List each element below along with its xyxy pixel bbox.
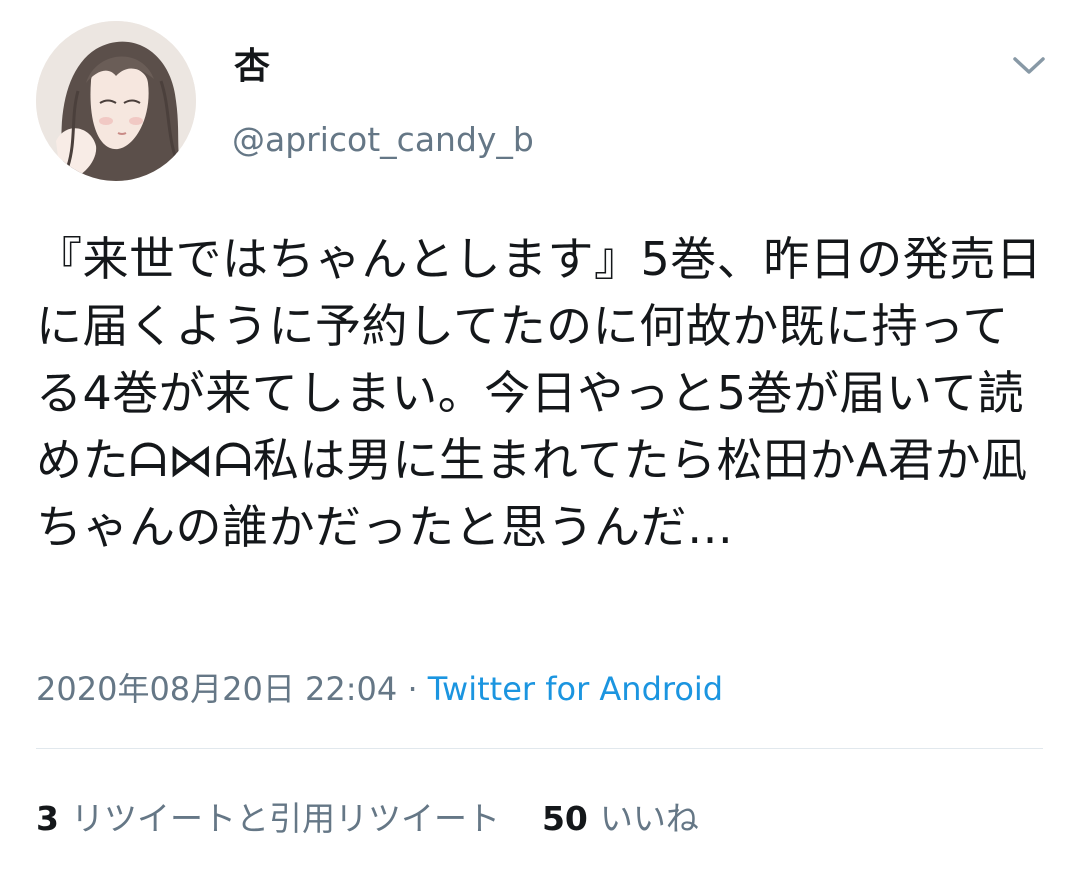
tweet-text: 『来世ではちゃんとします』5巻、昨日の発売日に届くように予約してたのに何故か既に… [36, 232, 1043, 554]
display-name[interactable]: 杏 [234, 42, 270, 92]
avatar[interactable] [36, 21, 196, 181]
likes-label: いいね [599, 799, 699, 838]
tweet-timestamp[interactable]: 2020年08月20日 22:04 [36, 670, 397, 708]
retweets-count: 3 [36, 799, 59, 838]
meta-separator: · [407, 670, 418, 708]
tweet-source-link[interactable]: Twitter for Android [428, 670, 723, 708]
chevron-down-icon[interactable] [1004, 44, 1054, 88]
likes-stat[interactable]: 50 いいね [542, 796, 699, 842]
retweets-label: リツイートと引用リツイート [70, 799, 500, 838]
tweet-meta: 2020年08月20日 22:04 · Twitter for Android [36, 666, 723, 712]
retweets-stat[interactable]: 3 リツイートと引用リツイート [36, 796, 500, 842]
user-handle: @apricot_candy_b [232, 120, 534, 159]
avatar-illustration-icon [36, 21, 196, 181]
tweet-detail: 杏 @apricot_candy_b 『来世ではちゃんとします』5巻、昨日の発売… [0, 0, 1079, 883]
divider [36, 748, 1043, 749]
likes-count: 50 [541, 799, 588, 838]
tweet-stats: 3 リツイートと引用リツイート 50 いいね [36, 796, 699, 842]
